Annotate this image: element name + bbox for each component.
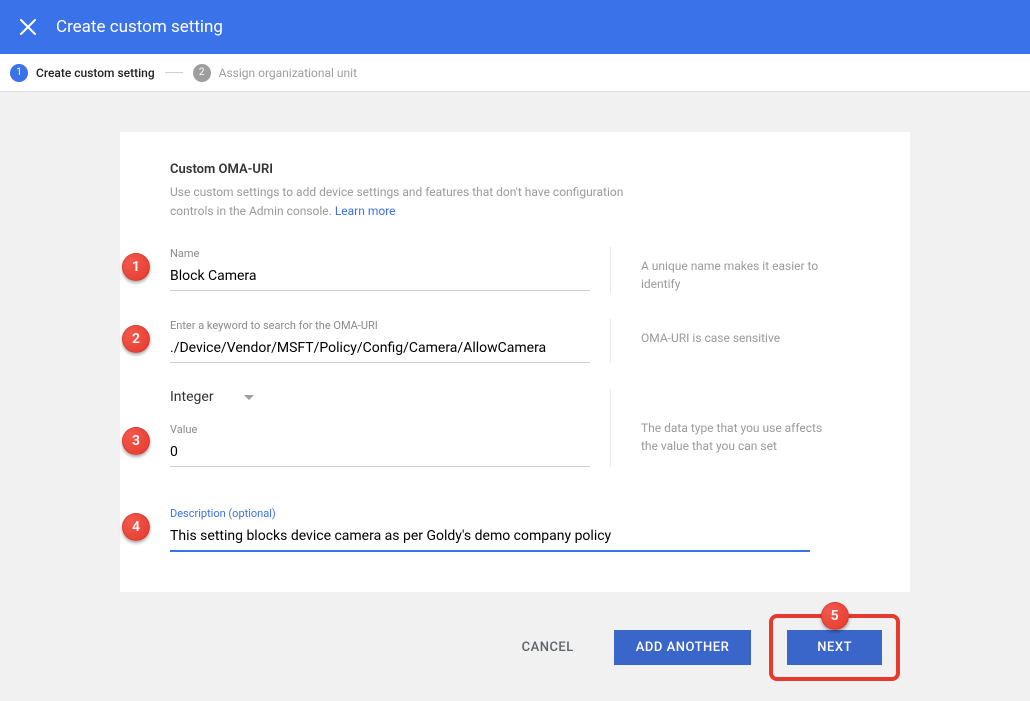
- annotation-badge: 1: [122, 253, 150, 281]
- annotation-badge: 4: [122, 513, 150, 541]
- datatype-hint: The data type that you use affects the v…: [641, 419, 841, 455]
- name-label: Name: [170, 247, 610, 260]
- step-number: 2: [193, 64, 211, 82]
- omauri-label: Enter a keyword to search for the OMA-UR…: [170, 319, 610, 332]
- datatype-selected: Integer: [170, 389, 214, 405]
- learn-more-link[interactable]: Learn more: [335, 204, 396, 218]
- chevron-down-icon: [244, 395, 254, 400]
- step-label: Assign organizational unit: [219, 66, 357, 80]
- datatype-select[interactable]: Integer: [170, 389, 610, 405]
- card-subtitle-text: Use custom settings to add device settin…: [170, 185, 623, 218]
- step-number: 1: [10, 64, 28, 82]
- step-create-custom-setting[interactable]: 1 Create custom setting: [10, 64, 155, 82]
- next-button[interactable]: NEXT: [787, 630, 882, 665]
- cancel-button[interactable]: CANCEL: [500, 630, 596, 665]
- annotation-badge: 3: [122, 427, 150, 455]
- description-input[interactable]: [170, 522, 810, 552]
- add-another-button[interactable]: ADD ANOTHER: [614, 630, 752, 665]
- value-label: Value: [170, 423, 610, 436]
- stepper: 1 Create custom setting 2 Assign organiz…: [0, 54, 1030, 92]
- card-subtitle: Use custom settings to add device settin…: [170, 183, 630, 221]
- dialog-header: Create custom setting: [0, 0, 1030, 54]
- omauri-input[interactable]: [170, 334, 590, 363]
- card-title: Custom OMA-URI: [170, 162, 860, 177]
- annotation-badge: 2: [122, 325, 150, 353]
- close-icon[interactable]: [16, 15, 40, 39]
- next-highlight-box: 5 NEXT: [769, 614, 900, 681]
- settings-card: Custom OMA-URI Use custom settings to ad…: [120, 132, 910, 592]
- omauri-hint: OMA-URI is case sensitive: [641, 329, 780, 347]
- content-area: Custom OMA-URI Use custom settings to ad…: [0, 92, 1030, 701]
- step-assign-org-unit[interactable]: 2 Assign organizational unit: [193, 64, 357, 82]
- dialog-title: Create custom setting: [56, 17, 223, 37]
- step-label: Create custom setting: [36, 66, 155, 80]
- name-hint: A unique name makes it easier to identif…: [641, 257, 841, 293]
- step-separator: [165, 72, 183, 73]
- dialog-footer: CANCEL ADD ANOTHER 5 NEXT: [120, 614, 910, 681]
- name-input[interactable]: [170, 262, 590, 291]
- annotation-badge: 5: [821, 602, 849, 630]
- value-input[interactable]: [170, 438, 590, 467]
- description-label: Description (optional): [170, 507, 830, 520]
